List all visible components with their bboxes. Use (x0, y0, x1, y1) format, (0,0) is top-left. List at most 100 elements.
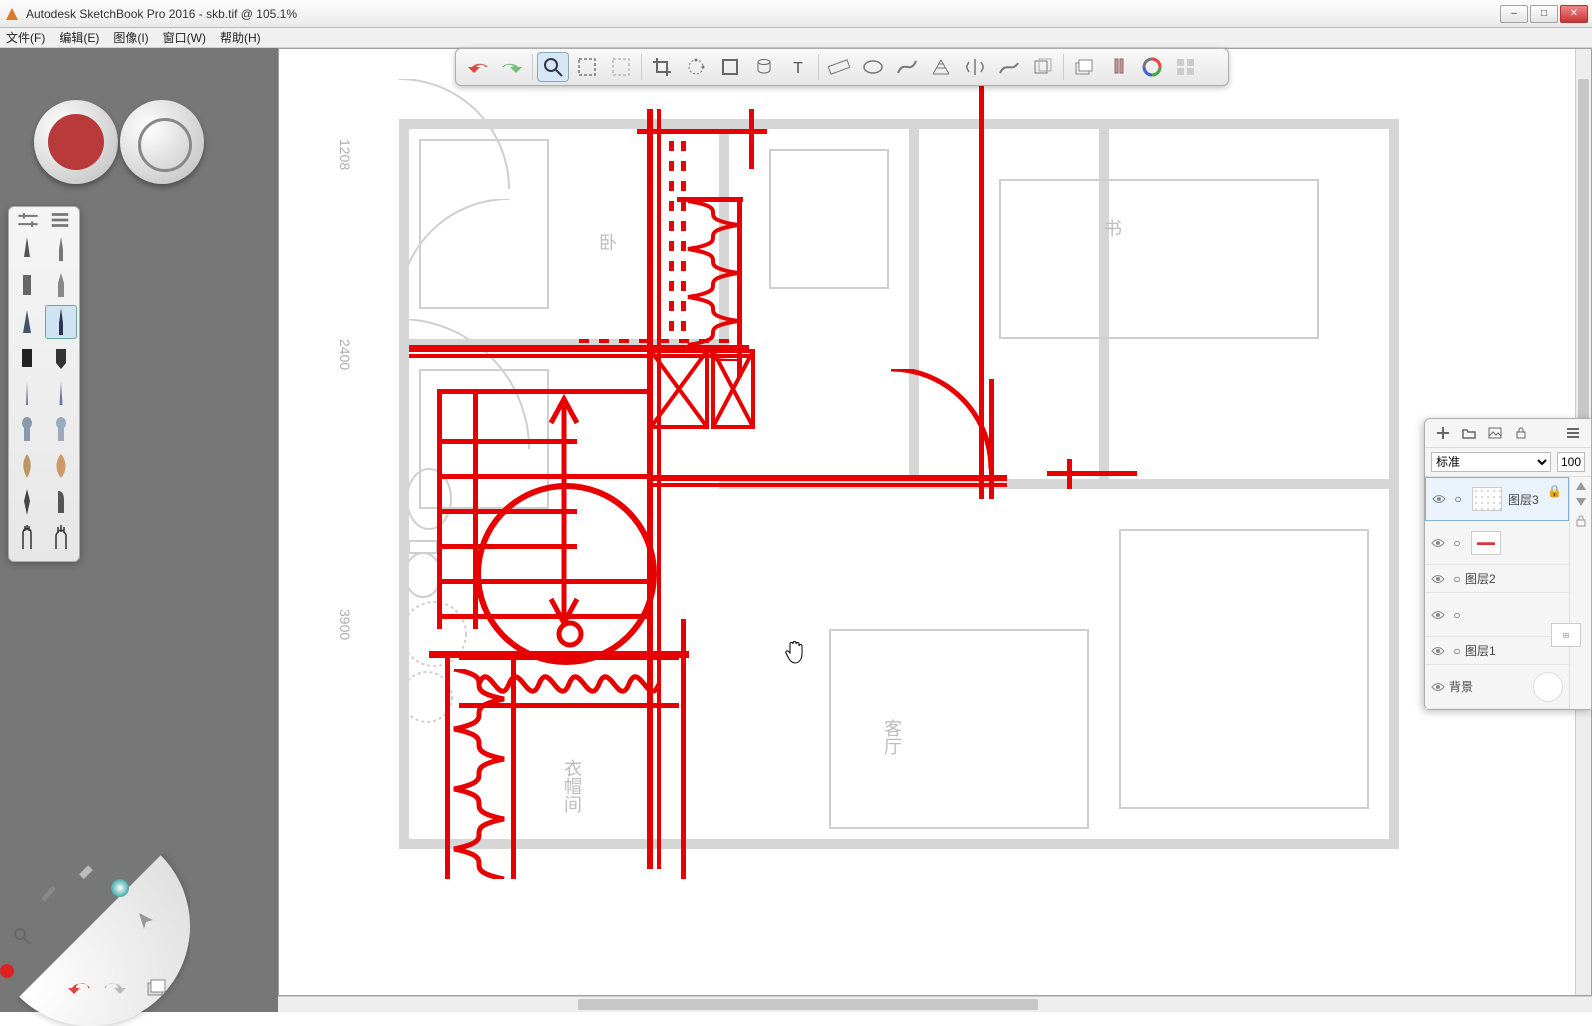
visibility-icon[interactable] (1431, 682, 1449, 692)
add-layer-icon[interactable] (1435, 425, 1451, 441)
stroke-tool-button[interactable] (993, 52, 1025, 82)
menu-window[interactable]: 窗口(W) (163, 29, 206, 46)
color-editor-button[interactable] (1136, 52, 1168, 82)
layer-radio[interactable]: ○ (1450, 492, 1466, 506)
brush-brushpen[interactable] (45, 485, 77, 519)
layer-name: 图层2 (1465, 570, 1563, 587)
ellipse-guide-button[interactable] (857, 52, 889, 82)
marquee-tool-button[interactable] (571, 52, 603, 82)
pointer-icon[interactable] (132, 906, 160, 934)
scrollbar-thumb[interactable] (578, 999, 1038, 1010)
layer-opacity-input[interactable] (1557, 452, 1585, 472)
brush-library-button[interactable] (1170, 52, 1202, 82)
menu-help[interactable]: 帮助(H) (220, 29, 261, 46)
menu-image[interactable]: 图像(I) (113, 29, 148, 46)
layer-radio[interactable]: ○ (1449, 644, 1465, 658)
visibility-icon[interactable] (1432, 494, 1450, 504)
brush-needle2[interactable] (45, 377, 77, 411)
room-label: 书 (1099, 219, 1125, 237)
brush-fan[interactable] (45, 521, 77, 555)
top-toolbar: T (455, 48, 1229, 86)
text-tool-button[interactable]: T (782, 52, 814, 82)
visibility-icon[interactable] (1431, 646, 1449, 656)
brush-tech-pen[interactable] (45, 233, 77, 267)
menu-edit[interactable]: 编辑(E) (59, 29, 99, 46)
crop-tool-button[interactable] (646, 52, 678, 82)
canvas[interactable]: 1208 2400 3900 卧 书 客厅 衣帽间 (279, 49, 1575, 995)
layer-row-bg[interactable]: 背景 (1425, 665, 1569, 709)
flipbook-button[interactable] (1027, 52, 1059, 82)
copic-library-button[interactable] (1102, 52, 1134, 82)
layer-row-layer-red[interactable]: ○▬▬ (1425, 521, 1569, 565)
zoom-tool-button[interactable] (537, 52, 569, 82)
lock-indicator-icon: 🔒 (1547, 484, 1562, 498)
folder-icon[interactable] (1461, 425, 1477, 441)
horizontal-scrollbar[interactable] (278, 996, 1592, 1012)
menu-file[interactable]: 文件(F) (6, 29, 45, 46)
brush-marker[interactable] (11, 269, 43, 303)
brush-smudge[interactable] (11, 449, 43, 483)
close-button[interactable]: ✕ (1560, 5, 1588, 23)
lock-icon[interactable] (1513, 425, 1529, 441)
redo-icon[interactable] (100, 974, 128, 1002)
brush-inking[interactable] (11, 485, 43, 519)
brush-soft[interactable] (11, 413, 43, 447)
symmetry-button[interactable] (959, 52, 991, 82)
redo-button[interactable] (496, 52, 528, 82)
brush-pencil[interactable] (11, 233, 43, 267)
floorplan-background: 1208 2400 3900 卧 书 客厅 衣帽间 (399, 79, 1479, 899)
brush-airbrush[interactable] (45, 449, 77, 483)
dimension-2400: 2400 (337, 339, 353, 370)
french-curve-button[interactable] (891, 52, 923, 82)
brush-ballpoint[interactable] (45, 269, 77, 303)
brush-fill-taper[interactable] (45, 341, 77, 375)
brush-tool-icon[interactable] (34, 878, 62, 906)
layer-down-icon[interactable] (1575, 497, 1587, 507)
perspective-button[interactable] (925, 52, 957, 82)
window-title: Autodesk SketchBook Pro 2016 - skb.tif @… (26, 7, 1500, 21)
brush-fine[interactable] (45, 305, 77, 339)
color-puck[interactable] (34, 100, 118, 184)
dimension-3900: 3900 (337, 609, 353, 640)
shape-tool-button[interactable] (714, 52, 746, 82)
canvas-area[interactable]: 1208 2400 3900 卧 书 客厅 衣帽间 (278, 48, 1592, 996)
blend-mode-select[interactable]: 标准 (1431, 452, 1551, 472)
visibility-icon[interactable] (1431, 538, 1449, 548)
layer-lock-small-icon[interactable] (1575, 515, 1587, 527)
bucket-tool-button[interactable] (748, 52, 780, 82)
brush-puck[interactable] (120, 100, 204, 184)
visibility-icon[interactable] (1431, 610, 1449, 620)
layer-radio[interactable]: ○ (1449, 572, 1465, 586)
minimize-button[interactable]: – (1500, 5, 1528, 23)
brush-color-puck[interactable] (12, 98, 222, 186)
layer-radio[interactable]: ○ (1449, 536, 1465, 550)
layer-row-layer1[interactable]: ○图层1 (1425, 637, 1569, 665)
lasso-tool-button[interactable] (605, 52, 637, 82)
brush-fill-square[interactable] (11, 341, 43, 375)
transform-tool-button[interactable] (680, 52, 712, 82)
maximize-button[interactable]: □ (1530, 5, 1558, 23)
ruler-tool-button[interactable] (823, 52, 855, 82)
layer-editor-button[interactable] (1068, 52, 1100, 82)
image-icon[interactable] (1487, 425, 1503, 441)
layer-up-icon[interactable] (1575, 481, 1587, 491)
brush-list-icon[interactable] (49, 213, 71, 227)
layers-panel: 标准 ○图层3🔒○▬▬○图层2○⊞○图层1背景 (1424, 418, 1592, 710)
layer-row-layer3[interactable]: ○图层3🔒 (1425, 477, 1569, 521)
menu-icon[interactable] (1565, 425, 1581, 441)
brush-soft2[interactable] (45, 413, 77, 447)
zoom-icon[interactable] (8, 922, 36, 950)
layer-radio[interactable]: ○ (1449, 608, 1465, 622)
brush-needle[interactable] (11, 377, 43, 411)
brush-chisel[interactable] (11, 305, 43, 339)
undo-icon[interactable] (66, 974, 94, 1002)
layer-row-layer2[interactable]: ○图层2 (1425, 565, 1569, 593)
brush-settings-icon[interactable] (17, 213, 39, 227)
colorwheel-icon[interactable] (106, 874, 134, 902)
visibility-icon[interactable] (1431, 574, 1449, 584)
layer-row-layer-plan[interactable]: ○⊞ (1425, 593, 1569, 637)
brush-bristle[interactable] (11, 521, 43, 555)
eraser-icon[interactable] (72, 856, 100, 884)
undo-button[interactable] (462, 52, 494, 82)
layers-icon[interactable] (142, 974, 170, 1002)
